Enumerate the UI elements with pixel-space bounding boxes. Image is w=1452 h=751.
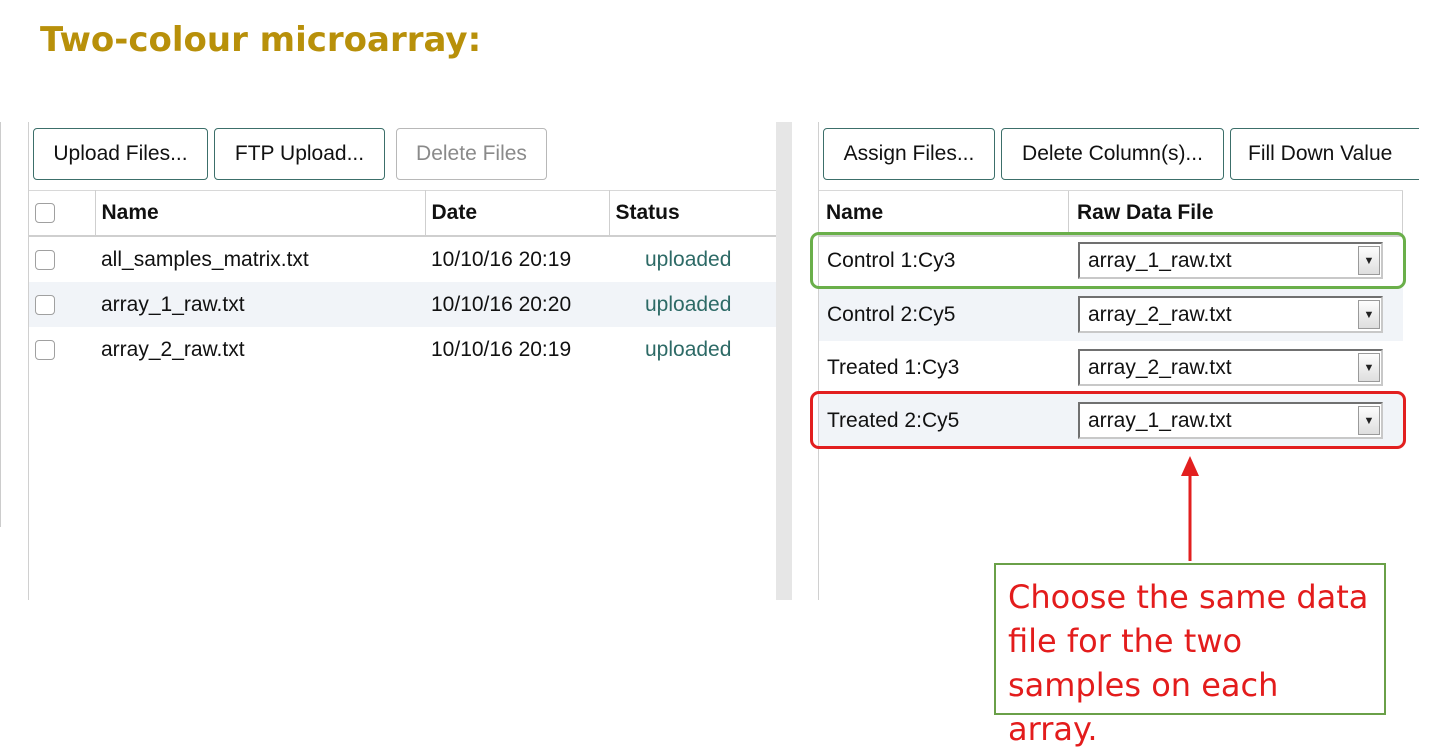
file-name: array_2_raw.txt <box>101 337 245 361</box>
selected-file: array_2_raw.txt <box>1088 303 1232 326</box>
assign-panel: Assign Files... Delete Column(s)... Fill… <box>818 122 1419 600</box>
assign-files-button[interactable]: Assign Files... <box>823 128 995 180</box>
select-all-checkbox[interactable] <box>35 203 55 224</box>
slide-title: Two-colour microarray: <box>40 20 482 60</box>
file-name: all_samples_matrix.txt <box>101 247 309 271</box>
raw-data-file-select[interactable]: array_2_raw.txt ▼ <box>1078 349 1383 386</box>
highlight-correct-row <box>810 232 1406 289</box>
highlight-incorrect-row <box>810 391 1406 449</box>
sample-name: Treated 1:Cy3 <box>827 356 960 379</box>
table-row[interactable]: array_1_raw.txt 10/10/16 20:20 uploaded <box>29 282 777 327</box>
select-all-cell <box>29 190 96 237</box>
selected-file: array_2_raw.txt <box>1088 356 1232 379</box>
dropdown-arrow-icon[interactable]: ▼ <box>1358 353 1380 382</box>
callout-text: Choose the same data file for the two sa… <box>1008 578 1369 748</box>
left-edge-divider <box>0 122 1 527</box>
table-row[interactable]: all_samples_matrix.txt 10/10/16 20:19 up… <box>29 236 777 282</box>
file-name: array_1_raw.txt <box>95 282 425 327</box>
file-date: 10/10/16 20:19 <box>431 337 572 361</box>
raw-data-file-select[interactable]: array_2_raw.txt ▼ <box>1078 296 1383 333</box>
file-date: 10/10/16 20:20 <box>425 282 609 327</box>
table-row[interactable]: array_2_raw.txt 10/10/16 20:19 uploaded <box>29 327 777 372</box>
panel-scrollbar[interactable] <box>776 122 792 600</box>
upload-files-button[interactable]: Upload Files... <box>33 128 208 180</box>
column-header-raw-data-file[interactable]: Raw Data File <box>1077 191 1214 235</box>
assign-table-header: Name Raw Data File <box>819 190 1403 237</box>
column-header-name[interactable]: Name <box>826 191 883 235</box>
fill-down-value-button[interactable]: Fill Down Value <box>1230 128 1419 180</box>
file-status: uploaded <box>609 282 777 327</box>
column-header-name[interactable]: Name <box>95 190 426 237</box>
files-table: Name Date Status all_samples_matrix.txt … <box>29 190 778 372</box>
dropdown-arrow-icon[interactable]: ▼ <box>1358 300 1380 329</box>
file-status: uploaded <box>645 337 732 361</box>
file-date: 10/10/16 20:19 <box>431 247 572 271</box>
column-header-status[interactable]: Status <box>609 190 778 237</box>
files-panel: Upload Files... FTP Upload... Delete Fil… <box>28 122 778 600</box>
column-separator <box>1402 191 1403 235</box>
row-checkbox[interactable] <box>35 249 55 270</box>
delete-columns-button[interactable]: Delete Column(s)... <box>1001 128 1224 180</box>
column-header-date[interactable]: Date <box>425 190 610 237</box>
annotation-callout: Choose the same data file for the two sa… <box>994 563 1386 748</box>
sample-name: Control 2:Cy5 <box>827 303 956 326</box>
files-table-header: Name Date Status <box>29 190 778 237</box>
column-separator <box>1068 191 1069 235</box>
delete-files-button[interactable]: Delete Files <box>396 128 547 180</box>
table-row: Treated 1:Cy3 array_2_raw.txt ▼ <box>819 341 1403 394</box>
row-checkbox[interactable] <box>35 294 55 315</box>
ftp-upload-button[interactable]: FTP Upload... <box>214 128 385 180</box>
table-row: Control 2:Cy5 array_2_raw.txt ▼ <box>819 288 1403 341</box>
row-checkbox[interactable] <box>35 339 55 360</box>
file-status: uploaded <box>645 247 732 271</box>
